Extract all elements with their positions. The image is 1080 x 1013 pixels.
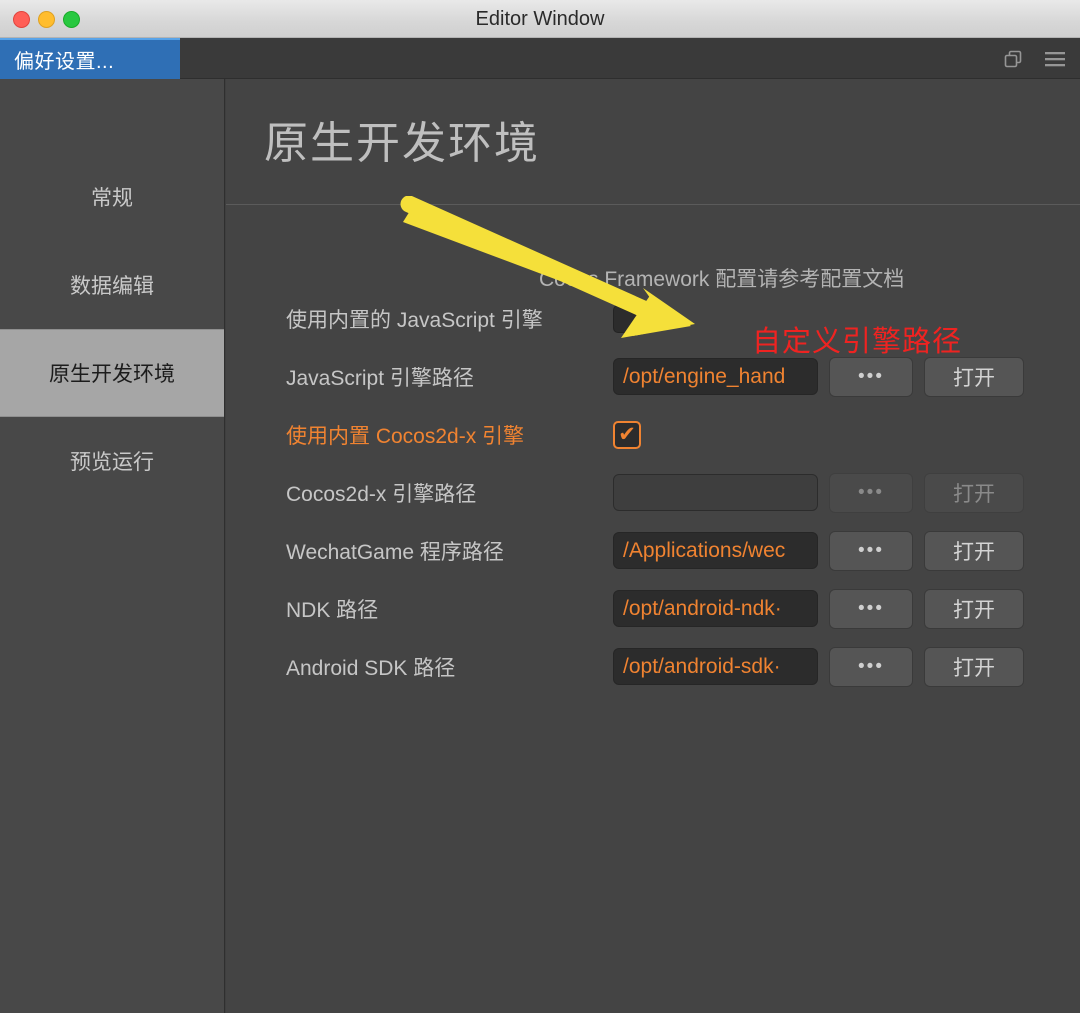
browse-button-ndk-path[interactable]: ••• (829, 588, 913, 629)
sidebar-item-data-editing[interactable]: 数据编辑 (0, 241, 224, 329)
open-button-cocos2dx-engine-path: 打开 (924, 472, 1024, 513)
sidebar-item-preview-run[interactable]: 预览运行 (0, 417, 224, 505)
window-title: Editor Window (475, 8, 605, 30)
control-ndk-path: /opt/android-ndk· ••• 打开 (613, 588, 1024, 629)
header-divider (226, 204, 1080, 205)
label-js-engine-path: JavaScript 引擎路径 (286, 366, 474, 390)
form-row-android-sdk-path: Android SDK 路径 /opt/android-sdk· ••• 打开 (226, 646, 1080, 687)
browse-button-android-sdk-path[interactable]: ••• (829, 646, 913, 687)
input-js-engine-path-value: /opt/engine_hand (623, 364, 786, 388)
tab-preferences[interactable]: 偏好设置... (0, 38, 180, 79)
preferences-sidebar: 常规 数据编辑 原生开发环境 预览运行 (0, 79, 225, 1013)
control-wechatgame-path: /Applications/wec ••• 打开 (613, 530, 1024, 571)
input-android-sdk-path[interactable]: /opt/android-sdk· (613, 648, 818, 685)
checkbox-builtin-js-engine[interactable] (613, 304, 641, 333)
sidebar-item-general[interactable]: 常规 (0, 153, 224, 241)
check-mark-icon: ✔ (618, 423, 636, 446)
label-ndk-path: NDK 路径 (286, 598, 379, 622)
sidebar-item-native-dev-env[interactable]: 原生开发环境 (0, 329, 224, 417)
label-cocos2dx-engine-path: Cocos2d-x 引擎路径 (286, 482, 477, 506)
control-js-engine-path: /opt/engine_hand ••• 打开 (613, 356, 1024, 397)
control-android-sdk-path: /opt/android-sdk· ••• 打开 (613, 646, 1024, 687)
sidebar-item-native-dev-env-label: 原生开发环境 (49, 363, 175, 386)
tabstrip-tools (1002, 38, 1066, 79)
input-ndk-path[interactable]: /opt/android-ndk· (613, 590, 818, 627)
sidebar-item-general-label: 常规 (91, 187, 133, 210)
copy-layers-icon[interactable] (1002, 48, 1024, 70)
browse-button-js-engine-path[interactable]: ••• (829, 356, 913, 397)
browse-button-wechatgame-path[interactable]: ••• (829, 530, 913, 571)
annotation-callout-text: 自定义引擎路径 (752, 326, 963, 358)
tab-preferences-label: 偏好设置... (14, 51, 115, 73)
control-cocos2dx-engine-path: ••• 打开 (613, 472, 1024, 513)
input-android-sdk-path-value: /opt/android-sdk· (623, 654, 781, 678)
label-builtin-js-engine: 使用内置的 JavaScript 引擎 (286, 308, 543, 332)
label-wechatgame-path: WechatGame 程序路径 (286, 540, 504, 564)
native-settings-form: 使用内置的 JavaScript 引擎 JavaScript 引擎路径 /opt… (226, 304, 1080, 710)
page-title: 原生开发环境 (264, 119, 540, 168)
open-button-js-engine-path[interactable]: 打开 (924, 356, 1024, 397)
form-row-cocos2dx-engine-path: Cocos2d-x 引擎路径 ••• 打开 (226, 472, 1080, 513)
input-wechatgame-path[interactable]: /Applications/wec (613, 532, 818, 569)
browse-button-cocos2dx-engine-path: ••• (829, 472, 913, 513)
form-row-wechatgame-path: WechatGame 程序路径 /Applications/wec ••• 打开 (226, 530, 1080, 571)
sidebar-item-data-editing-label: 数据编辑 (70, 275, 154, 298)
input-wechatgame-path-value: /Applications/wec (623, 538, 786, 562)
control-builtin-cocos2dx-engine: ✔ (613, 420, 641, 449)
checkbox-builtin-cocos2dx-engine[interactable]: ✔ (613, 420, 641, 449)
preferences-main-panel: 原生开发环境 Cocos Framework 配置请参考配置文档 使用内置的 J… (226, 79, 1080, 1013)
input-ndk-path-value: /opt/android-ndk· (623, 596, 782, 620)
open-button-wechatgame-path[interactable]: 打开 (924, 530, 1024, 571)
editor-window: Editor Window 偏好设置... 常规 数据编辑 原生开发环境 预览运… (0, 0, 1080, 1013)
label-android-sdk-path: Android SDK 路径 (286, 656, 456, 680)
window-titlebar: Editor Window (0, 0, 1080, 38)
input-cocos2dx-engine-path[interactable] (613, 474, 818, 511)
form-row-ndk-path: NDK 路径 /opt/android-ndk· ••• 打开 (226, 588, 1080, 629)
control-builtin-js-engine (613, 304, 641, 333)
hamburger-menu-icon[interactable] (1044, 48, 1066, 70)
form-row-builtin-cocos2dx-engine: 使用内置 Cocos2d-x 引擎 ✔ (226, 420, 1080, 449)
label-builtin-cocos2dx-engine: 使用内置 Cocos2d-x 引擎 (286, 424, 525, 448)
open-button-ndk-path[interactable]: 打开 (924, 588, 1024, 629)
form-row-js-engine-path: JavaScript 引擎路径 /opt/engine_hand ••• 打开 (226, 356, 1080, 397)
input-js-engine-path[interactable]: /opt/engine_hand (613, 358, 818, 395)
sidebar-item-preview-run-label: 预览运行 (70, 451, 154, 474)
framework-hint-text: Cocos Framework 配置请参考配置文档 (539, 268, 905, 291)
open-button-android-sdk-path[interactable]: 打开 (924, 646, 1024, 687)
tab-strip: 偏好设置... (0, 38, 1080, 79)
